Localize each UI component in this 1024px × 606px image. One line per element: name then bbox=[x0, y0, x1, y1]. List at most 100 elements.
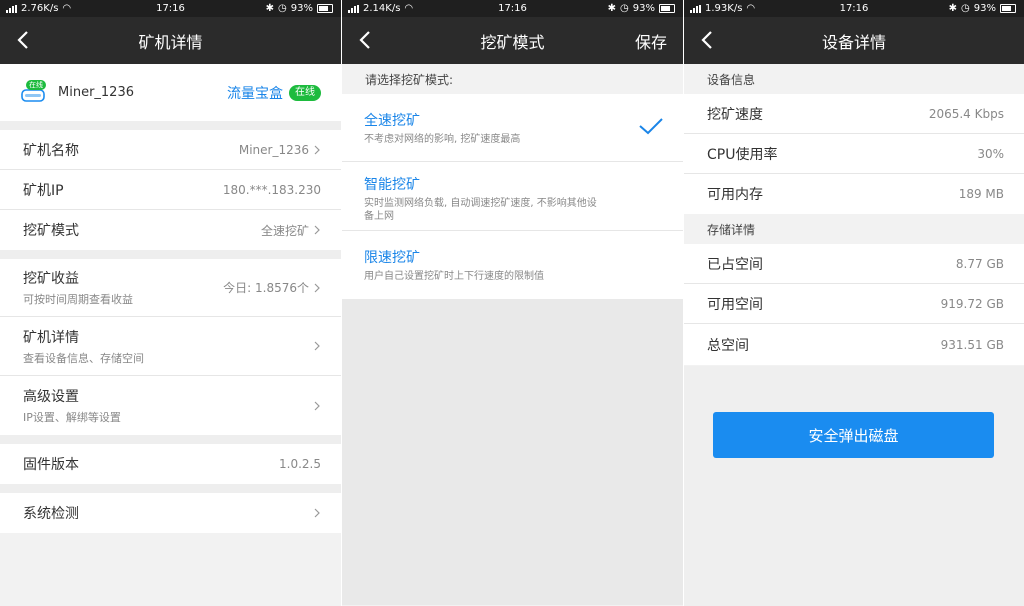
screens-container: 2.76K/s ◠ 17:16 ✱ ◷ 93% 矿机详情 在线 Miner_12… bbox=[0, 0, 1024, 606]
chevron-right-icon bbox=[314, 145, 320, 154]
row-value: 全速挖矿 bbox=[260, 223, 309, 238]
row-mining-speed: 挖矿速度 2065.4 Kbps bbox=[684, 94, 1024, 134]
status-bar: 2.14K/s ◠ 17:16 ✱ ◷ 93% bbox=[342, 0, 683, 17]
row-label: 挖矿速度 bbox=[707, 106, 763, 123]
row-value: 今日: 1.8576个 bbox=[223, 281, 309, 295]
row-cpu-usage: CPU使用率 30% bbox=[684, 134, 1024, 174]
row-value: 931.51 GB bbox=[940, 337, 1004, 352]
brand-name: 流量宝盒 bbox=[227, 85, 283, 102]
mode-option-full-speed[interactable]: 全速挖矿 不考虑对网络的影响, 挖矿速度最高 bbox=[342, 94, 683, 162]
status-time: 17:16 bbox=[498, 3, 527, 14]
row-label: 可用空间 bbox=[707, 296, 763, 313]
network-speed: 1.93K/s bbox=[705, 3, 743, 14]
empty-area bbox=[342, 299, 683, 605]
row-miner-detail[interactable]: 矿机详情查看设备信息、存储空间 bbox=[0, 317, 341, 376]
mode-option-limited[interactable]: 限速挖矿 用户自己设置挖矿时上下行速度的限制值 bbox=[342, 231, 683, 299]
page-title: 挖矿模式 bbox=[480, 32, 545, 52]
device-name: Miner_1236 bbox=[58, 85, 134, 100]
mode-name: 限速挖矿 bbox=[364, 250, 420, 266]
row-miner-ip: 矿机IP 180.***.183.230 bbox=[0, 170, 341, 210]
signal-icon bbox=[348, 4, 359, 13]
section-device-info: 设备信息 bbox=[684, 64, 1024, 94]
wifi-icon: ◠ bbox=[404, 3, 414, 14]
bluetooth-icon: ✱ bbox=[948, 3, 958, 14]
mode-name: 全速挖矿 bbox=[364, 113, 420, 129]
row-sublabel: IP设置、解绑等设置 bbox=[23, 411, 121, 424]
alarm-icon: ◷ bbox=[620, 3, 629, 14]
row-value: 189 MB bbox=[958, 187, 1004, 201]
divider bbox=[0, 121, 341, 130]
status-time: 17:16 bbox=[156, 3, 185, 14]
row-label: CPU使用率 bbox=[707, 146, 778, 163]
battery-percent: 93% bbox=[973, 3, 996, 14]
mode-prompt: 请选择挖矿模式: bbox=[342, 64, 683, 94]
button-area: 安全弹出磁盘 bbox=[684, 366, 1024, 606]
network-speed: 2.76K/s bbox=[21, 3, 59, 14]
chevron-right-icon bbox=[314, 225, 320, 235]
row-label: 矿机IP bbox=[23, 182, 64, 199]
back-arrow-icon[interactable] bbox=[356, 30, 376, 50]
mode-desc: 不考虑对网络的影响, 挖矿速度最高 bbox=[364, 134, 521, 145]
navbar: 矿机详情 bbox=[0, 17, 341, 64]
row-value: Miner_1236 bbox=[238, 142, 309, 157]
signal-icon bbox=[690, 4, 701, 13]
mining-mode-screen: 2.14K/s ◠ 17:16 ✱ ◷ 93% 挖矿模式 保存 请选择挖矿模式:… bbox=[342, 0, 683, 606]
row-label: 挖矿收益 bbox=[23, 271, 79, 287]
back-arrow-icon[interactable] bbox=[14, 30, 34, 50]
row-label: 已占空间 bbox=[707, 256, 763, 273]
miner-details-screen: 2.76K/s ◠ 17:16 ✱ ◷ 93% 矿机详情 在线 Miner_12… bbox=[0, 0, 341, 606]
battery-icon bbox=[1000, 4, 1016, 13]
battery-percent: 93% bbox=[290, 3, 313, 14]
status-bar: 1.93K/s ◠ 17:16 ✱ ◷ 93% bbox=[684, 0, 1024, 17]
row-label: 系统检测 bbox=[23, 506, 79, 522]
checkmark-icon bbox=[639, 118, 663, 135]
wifi-icon: ◠ bbox=[62, 3, 72, 14]
status-time: 17:16 bbox=[839, 3, 869, 14]
row-label: 矿机名称 bbox=[23, 142, 79, 159]
row-mining-income[interactable]: 挖矿收益可按时间周期查看收益 今日: 1.8576个 bbox=[0, 259, 341, 317]
row-advanced-settings[interactable]: 高级设置 IP设置、解绑等设置 bbox=[0, 376, 341, 435]
alarm-icon: ◷ bbox=[961, 3, 970, 14]
row-system-check[interactable]: 系统检测 bbox=[0, 493, 341, 533]
row-free-memory: 可用内存 189 MB bbox=[684, 174, 1024, 214]
chevron-right-icon bbox=[314, 401, 320, 410]
back-arrow-icon[interactable] bbox=[698, 30, 718, 50]
device-online-badge: 在线 bbox=[26, 79, 46, 90]
divider bbox=[0, 435, 341, 444]
network-speed: 2.14K/s bbox=[363, 3, 401, 14]
navbar: 挖矿模式 保存 bbox=[342, 17, 683, 64]
device-details-screen: 1.93K/s ◠ 17:16 ✱ ◷ 93% 设备详情 设备信息 挖矿速度 2… bbox=[684, 0, 1024, 606]
mode-desc: 实时监测网络负载, 自动调速挖矿速度, 不影响其他设备上网 bbox=[364, 198, 597, 222]
row-sublabel: 查看设备信息、存储空间 bbox=[23, 351, 144, 365]
row-total-space: 总空间 931.51 GB bbox=[684, 324, 1024, 365]
status-badge: 在线 bbox=[289, 84, 321, 101]
chevron-right-icon bbox=[314, 283, 320, 292]
alarm-icon: ◷ bbox=[278, 3, 287, 14]
page-title: 矿机详情 bbox=[138, 32, 203, 52]
wifi-icon: ◠ bbox=[746, 3, 756, 14]
row-firmware-version: 固件版本 1.0.2.5 bbox=[0, 444, 341, 484]
row-value: 180.***.183.230 bbox=[222, 182, 321, 197]
battery-icon bbox=[659, 4, 675, 13]
row-available-space: 可用空间 919.72 GB bbox=[684, 284, 1024, 324]
miner-device-icon: 在线 bbox=[20, 79, 46, 104]
signal-icon bbox=[6, 4, 17, 13]
row-label: 可用内存 bbox=[707, 187, 763, 203]
eject-disk-button[interactable]: 安全弹出磁盘 bbox=[713, 412, 994, 458]
row-sublabel: 可按时间周期查看收益 bbox=[23, 293, 133, 306]
bluetooth-icon: ✱ bbox=[265, 3, 275, 14]
chevron-right-icon bbox=[314, 341, 320, 351]
bluetooth-icon: ✱ bbox=[607, 3, 617, 14]
row-mining-mode[interactable]: 挖矿模式 全速挖矿 bbox=[0, 210, 341, 250]
row-label: 固件版本 bbox=[23, 457, 79, 473]
save-button[interactable]: 保存 bbox=[635, 29, 667, 53]
row-used-space: 已占空间 8.77 GB bbox=[684, 244, 1024, 284]
row-value: 30% bbox=[977, 146, 1004, 161]
mode-option-smart[interactable]: 智能挖矿 实时监测网络负载, 自动调速挖矿速度, 不影响其他设备上网 bbox=[342, 162, 683, 231]
row-miner-name[interactable]: 矿机名称 Miner_1236 bbox=[0, 130, 341, 170]
section-storage: 存储详情 bbox=[684, 214, 1024, 244]
row-value: 8.77 GB bbox=[955, 256, 1004, 271]
divider bbox=[0, 484, 341, 493]
row-value: 1.0.2.5 bbox=[279, 457, 321, 471]
row-label: 矿机详情 bbox=[23, 329, 79, 346]
